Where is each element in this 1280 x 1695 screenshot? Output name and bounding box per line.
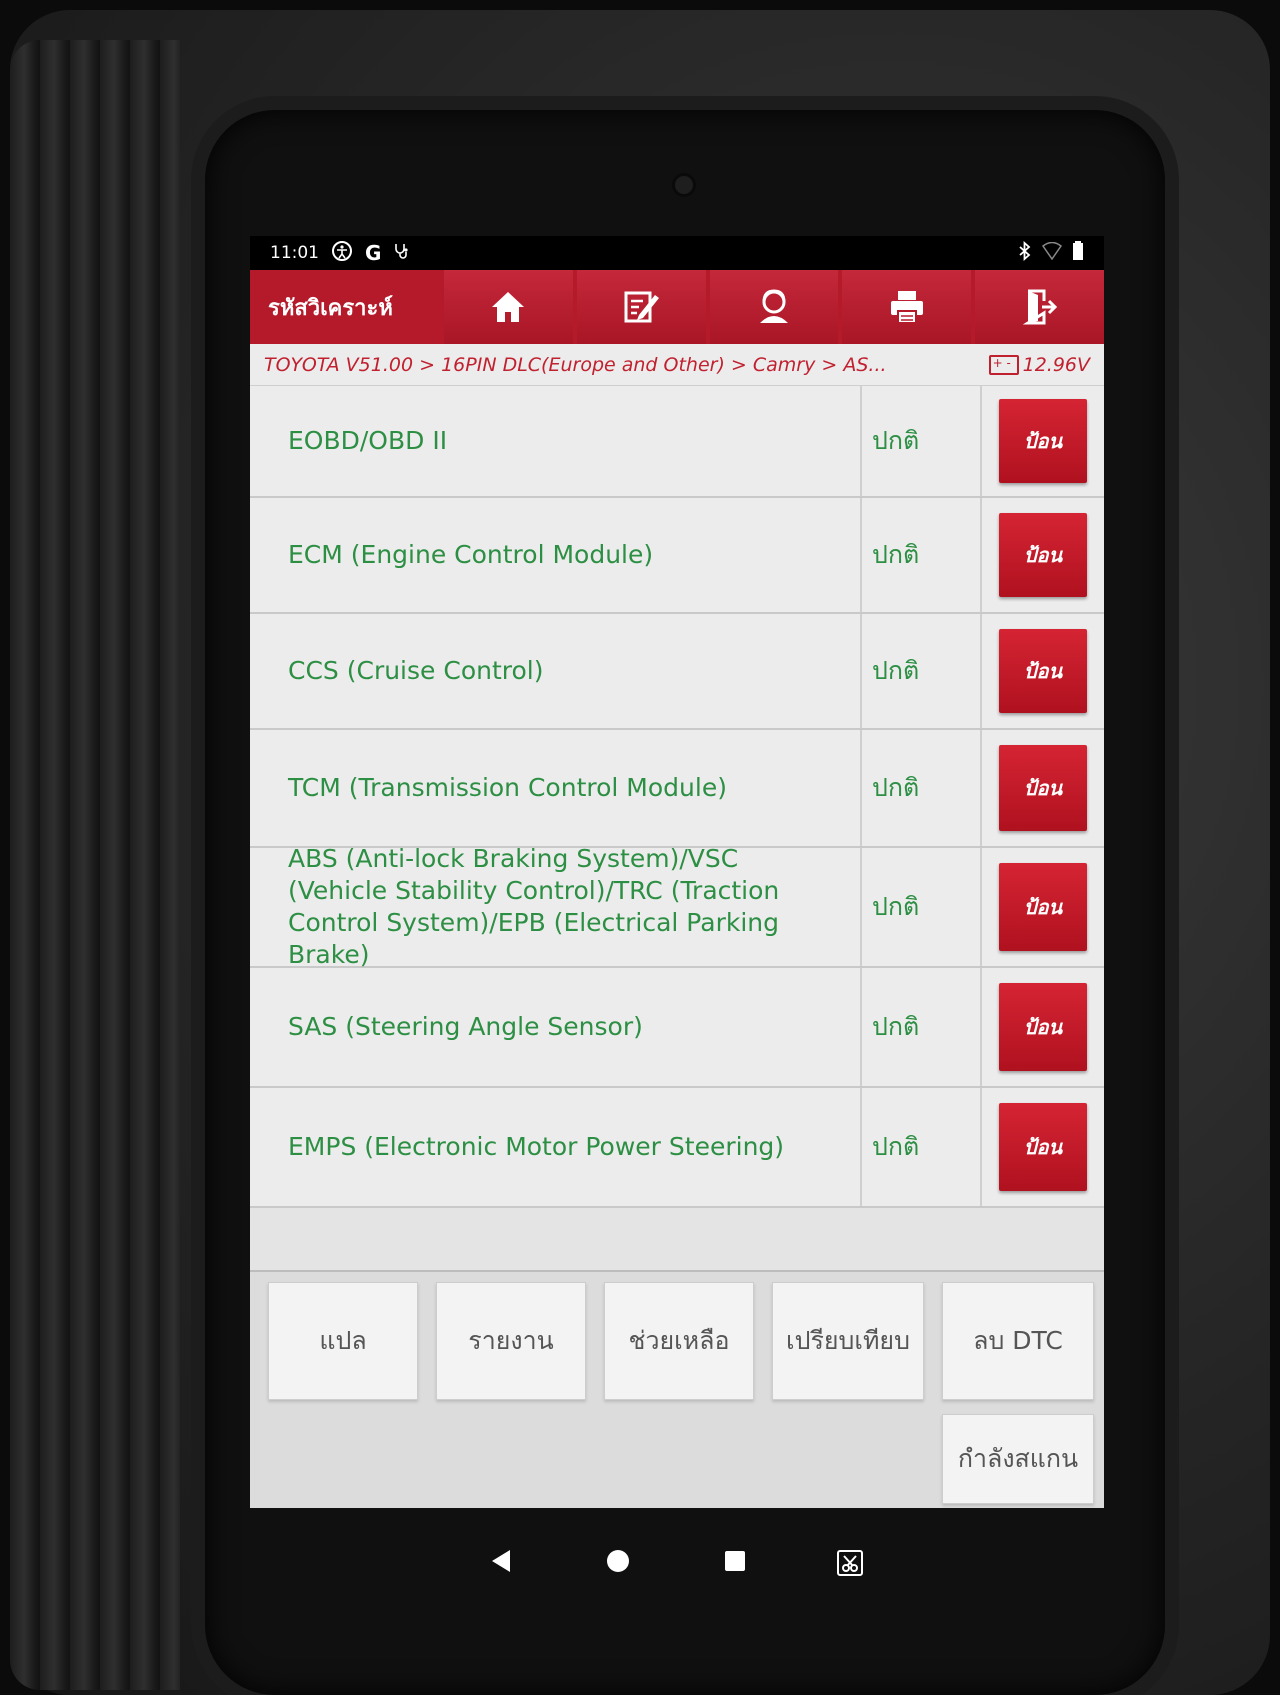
module-action-cell: ป้อน bbox=[982, 730, 1104, 846]
translate-button[interactable]: แปล bbox=[268, 1282, 418, 1400]
module-row: CCS (Cruise Control) ปกติ ป้อน bbox=[250, 614, 1104, 730]
scanning-button[interactable]: กำลังสแกน bbox=[942, 1414, 1094, 1504]
accessibility-icon bbox=[331, 240, 353, 267]
status-time: 11:01 bbox=[270, 243, 319, 263]
exit-button[interactable] bbox=[975, 270, 1104, 344]
module-name: ECM (Engine Control Module) bbox=[250, 498, 862, 612]
clear-dtc-button[interactable]: ลบ DTC bbox=[942, 1282, 1094, 1400]
module-action-cell: ป้อน bbox=[982, 614, 1104, 728]
module-action-cell: ป้อน bbox=[982, 498, 1104, 612]
front-camera bbox=[675, 176, 693, 194]
compare-button[interactable]: เปรียบเทียบ bbox=[772, 1282, 924, 1400]
enter-button[interactable]: ป้อน bbox=[999, 983, 1087, 1071]
help-button[interactable]: ช่วยเหลือ bbox=[604, 1282, 754, 1400]
module-name: ABS (Anti-lock Braking System)/VSC (Vehi… bbox=[250, 844, 862, 969]
module-row: SAS (Steering Angle Sensor) ปกติ ป้อน bbox=[250, 968, 1104, 1088]
module-status: ปกติ bbox=[862, 848, 982, 966]
bottom-action-bar: แปล รายงาน ช่วยเหลือ เปรียบเทียบ ลบ DTC … bbox=[250, 1270, 1104, 1508]
home-circle-icon[interactable] bbox=[605, 1548, 631, 1578]
user-support-icon bbox=[759, 289, 788, 323]
module-row: ABS (Anti-lock Braking System)/VSC (Vehi… bbox=[250, 844, 1104, 969]
module-row: TCM (Transmission Control Module) ปกติ ป… bbox=[250, 730, 1104, 848]
enter-button[interactable]: ป้อน bbox=[999, 629, 1087, 713]
edit-report-icon bbox=[624, 291, 660, 323]
module-row: EOBD/OBD II ปกติ ป้อน bbox=[250, 386, 1104, 498]
bluetooth-icon bbox=[1018, 240, 1032, 266]
wifi-icon bbox=[1041, 241, 1063, 265]
recents-icon[interactable] bbox=[722, 1548, 748, 1578]
module-status: ปกติ bbox=[862, 968, 982, 1086]
print-button[interactable] bbox=[842, 270, 972, 344]
module-status: ปกติ bbox=[862, 1088, 982, 1206]
exit-icon bbox=[1022, 289, 1057, 325]
android-nav-bar bbox=[250, 1508, 1104, 1608]
battery-status-icon bbox=[1072, 240, 1084, 266]
module-action-cell: ป้อน bbox=[982, 386, 1104, 496]
toolbar-title: รหัสวิเคราะห์ bbox=[268, 295, 393, 321]
home-button[interactable] bbox=[444, 270, 573, 344]
enter-button[interactable]: ป้อน bbox=[999, 745, 1087, 831]
module-row: EMPS (Electronic Motor Power Steering) ป… bbox=[250, 1088, 1104, 1208]
module-status: ปกติ bbox=[862, 730, 982, 846]
breadcrumb-bar: TOYOTA V51.00 > 16PIN DLC(Europe and Oth… bbox=[250, 344, 1104, 386]
module-name: EMPS (Electronic Motor Power Steering) bbox=[250, 1088, 862, 1206]
edit-report-button[interactable] bbox=[576, 270, 706, 344]
stethoscope-icon bbox=[393, 242, 411, 265]
enter-button[interactable]: ป้อน bbox=[999, 863, 1087, 951]
home-icon bbox=[492, 292, 525, 322]
breadcrumb: TOYOTA V51.00 > 16PIN DLC(Europe and Oth… bbox=[264, 353, 887, 376]
module-action-cell: ป้อน bbox=[982, 1088, 1104, 1206]
toolbar: รหัสวิเคราะห์ bbox=[250, 270, 1104, 344]
module-name: TCM (Transmission Control Module) bbox=[250, 730, 862, 846]
module-status: ปกติ bbox=[862, 498, 982, 612]
status-bar: 11:01 G bbox=[250, 236, 1104, 270]
back-icon[interactable] bbox=[488, 1548, 514, 1578]
module-action-cell: ป้อน bbox=[982, 968, 1104, 1086]
module-name: SAS (Steering Angle Sensor) bbox=[250, 968, 862, 1086]
screen: 11:01 G รหัสวิเคราะห์ TOYOTA V51.00 > 16… bbox=[250, 236, 1104, 1508]
enter-button[interactable]: ป้อน bbox=[999, 513, 1087, 597]
user-support-button[interactable] bbox=[709, 270, 839, 344]
module-name: EOBD/OBD II bbox=[250, 386, 862, 496]
module-action-cell: ป้อน bbox=[982, 848, 1104, 966]
enter-button[interactable]: ป้อน bbox=[999, 399, 1087, 483]
screenshot-icon[interactable] bbox=[835, 1548, 865, 1582]
google-icon: G bbox=[365, 241, 382, 265]
car-battery-icon bbox=[988, 354, 1019, 375]
device-grip bbox=[10, 40, 180, 1690]
report-button[interactable]: รายงาน bbox=[436, 1282, 586, 1400]
print-icon bbox=[890, 291, 923, 324]
voltage-indicator: 12.96V bbox=[988, 353, 1090, 376]
module-name: CCS (Cruise Control) bbox=[250, 614, 862, 728]
module-list: EOBD/OBD II ปกติ ป้อน ECM (Engine Contro… bbox=[250, 386, 1104, 1270]
enter-button[interactable]: ป้อน bbox=[999, 1103, 1087, 1191]
module-row: ECM (Engine Control Module) ปกติ ป้อน bbox=[250, 498, 1104, 614]
module-status: ปกติ bbox=[862, 614, 982, 728]
voltage-value: 12.96V bbox=[1022, 353, 1090, 376]
module-status: ปกติ bbox=[862, 386, 982, 496]
